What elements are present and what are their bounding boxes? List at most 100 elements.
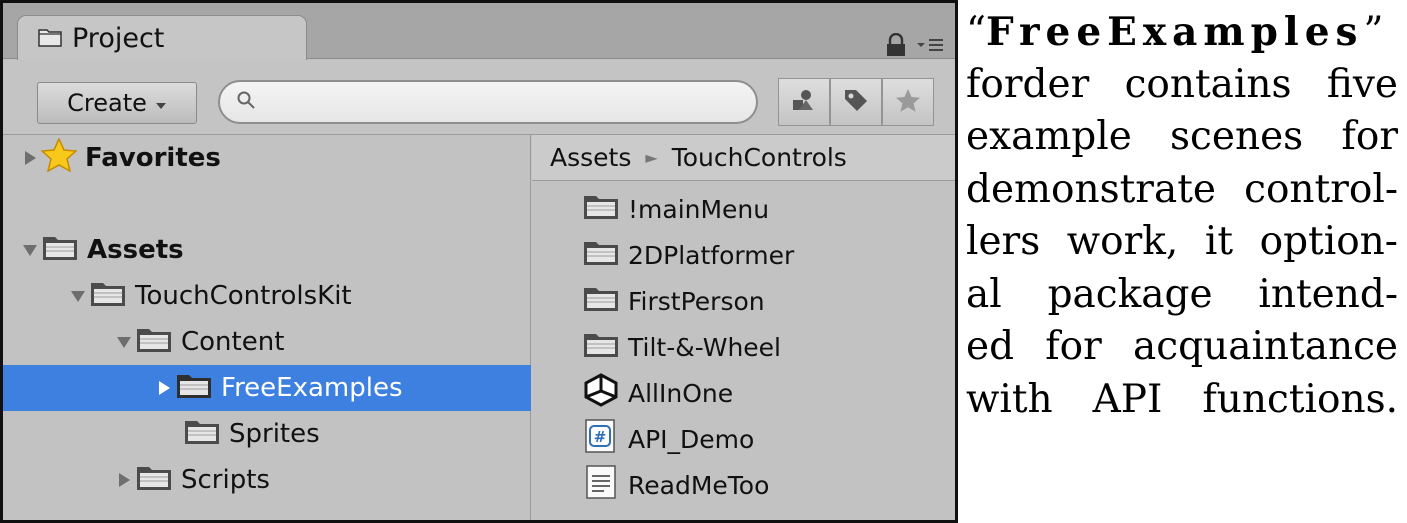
collapse-arrow-icon[interactable]	[21, 241, 39, 259]
breadcrumb: Assets ► TouchControls	[532, 135, 955, 181]
star-icon	[40, 136, 78, 179]
list-item-label: Tilt-&-Wheel	[628, 332, 781, 362]
list-item[interactable]: Tilt-&-Wheel	[582, 325, 781, 369]
word: acquaintance	[1133, 324, 1398, 369]
filter-by-type-icon	[790, 87, 818, 117]
word: control-	[1244, 166, 1398, 212]
word: API	[1092, 376, 1163, 422]
word: option-	[1259, 219, 1398, 264]
collapse-arrow-icon[interactable]	[115, 333, 133, 351]
list-item[interactable]: !mainMenu	[582, 187, 769, 231]
description-title: “FreeExamples”	[966, 6, 1398, 59]
folder-icon	[135, 324, 173, 361]
word: demonstrate	[966, 166, 1216, 212]
word: for	[1341, 114, 1398, 159]
tree-item-label: Scripts	[181, 465, 270, 495]
tab-label: Project	[72, 23, 165, 54]
context-menu-icon[interactable]	[915, 35, 945, 59]
list-item[interactable]: AllInOne	[582, 371, 733, 415]
description-line: forder contains five	[966, 59, 1398, 112]
list-item-label: AllInOne	[628, 378, 734, 408]
word: scenes	[1170, 114, 1304, 159]
word: it	[1204, 219, 1234, 264]
word: ed	[966, 324, 1015, 369]
list-item-label: 2DPlatformer	[628, 240, 795, 270]
folder-icon	[41, 232, 79, 269]
breadcrumb-item[interactable]: TouchControls	[672, 143, 847, 172]
folder-icon	[582, 191, 620, 227]
dropdown-arrow-icon	[155, 89, 167, 117]
word: functions.	[1202, 376, 1398, 422]
folder-name: FreeExamples	[985, 9, 1364, 55]
asset-list: Assets ► TouchControls !mainMenu 2DPlatf…	[532, 135, 955, 520]
folder-icon	[38, 27, 62, 51]
tab-controls	[885, 32, 945, 61]
word: work,	[1066, 219, 1179, 264]
tree-item-assets[interactable]: Assets	[3, 227, 531, 273]
word: for	[1045, 324, 1102, 369]
folder-icon	[582, 283, 620, 319]
list-item[interactable]: FirstPerson	[582, 279, 765, 323]
expand-arrow-icon[interactable]	[21, 149, 39, 167]
lock-icon[interactable]	[885, 32, 907, 61]
word: contains	[1124, 61, 1292, 107]
list-item[interactable]: ReadMeToo	[582, 463, 769, 507]
filter-by-label-icon	[842, 87, 870, 117]
description-line: lers work, it option-	[966, 216, 1398, 269]
list-item[interactable]: # API_Demo	[582, 417, 754, 461]
tree-item-label: Favorites	[85, 143, 221, 173]
tree-item-touchcontrolskit[interactable]: TouchControlsKit	[3, 273, 531, 319]
folder-icon	[89, 278, 127, 315]
word: forder	[966, 61, 1090, 107]
folder-icon	[135, 462, 173, 499]
search-input[interactable]	[264, 84, 756, 120]
list-item[interactable]: 2DPlatformer	[582, 233, 794, 277]
word: al	[966, 271, 1002, 317]
filter-by-label-button[interactable]	[830, 78, 882, 126]
tree-item-scripts[interactable]: Scripts	[3, 457, 531, 503]
expand-arrow-icon[interactable]	[155, 379, 173, 397]
folder-icon	[582, 329, 620, 365]
folder-tree: Favorites Assets TouchControlsKit Conten…	[3, 135, 531, 520]
create-button[interactable]: Create	[37, 82, 197, 124]
tab-bar: Project	[3, 3, 955, 61]
list-item-label: API_Demo	[628, 424, 755, 454]
tree-item-content[interactable]: Content	[3, 319, 531, 365]
close-quote: ”	[1363, 9, 1384, 54]
csharp-script-icon: #	[582, 418, 620, 460]
project-panel: Project Create Favorites Assets TouchCon…	[0, 0, 958, 523]
search-field[interactable]	[218, 80, 758, 124]
description-line: demonstrate control-	[966, 164, 1398, 217]
list-item-label: ReadMeToo	[628, 470, 770, 500]
breadcrumb-separator-icon: ►	[645, 148, 658, 167]
collapse-arrow-icon[interactable]	[69, 287, 87, 305]
favorites-star-icon	[894, 87, 922, 117]
open-quote: “	[966, 9, 986, 54]
tree-item-sprites[interactable]: Sprites	[3, 411, 531, 457]
tree-item-favorites[interactable]: Favorites	[3, 135, 531, 181]
word: with	[966, 376, 1053, 422]
word: five	[1326, 61, 1398, 107]
tab-project[interactable]: Project	[17, 15, 307, 61]
word: example	[966, 114, 1132, 159]
svg-text:#: #	[594, 428, 607, 446]
tree-item-label: FreeExamples	[221, 373, 403, 403]
list-item-label: !mainMenu	[628, 194, 770, 224]
description-line: with API functions.	[966, 374, 1398, 427]
tree-item-label: TouchControlsKit	[135, 281, 352, 311]
folder-icon	[582, 237, 620, 273]
breadcrumb-item[interactable]: Assets	[550, 143, 631, 172]
filter-by-type-button[interactable]	[778, 78, 830, 126]
toolbar: Create	[3, 60, 955, 135]
description-text: “FreeExamples” forder contains five exam…	[966, 6, 1398, 521]
word: package	[1047, 271, 1213, 317]
unity-scene-icon	[582, 373, 620, 413]
word: lers	[966, 219, 1041, 264]
tree-item-freeexamples[interactable]: FreeExamples	[3, 365, 531, 411]
word: intend-	[1258, 271, 1398, 317]
favorites-filter-button[interactable]	[882, 78, 934, 126]
tree-item-label: Content	[181, 327, 285, 357]
expand-arrow-icon[interactable]	[115, 471, 133, 489]
search-icon	[236, 90, 256, 114]
description-line: al package intend-	[966, 269, 1398, 322]
